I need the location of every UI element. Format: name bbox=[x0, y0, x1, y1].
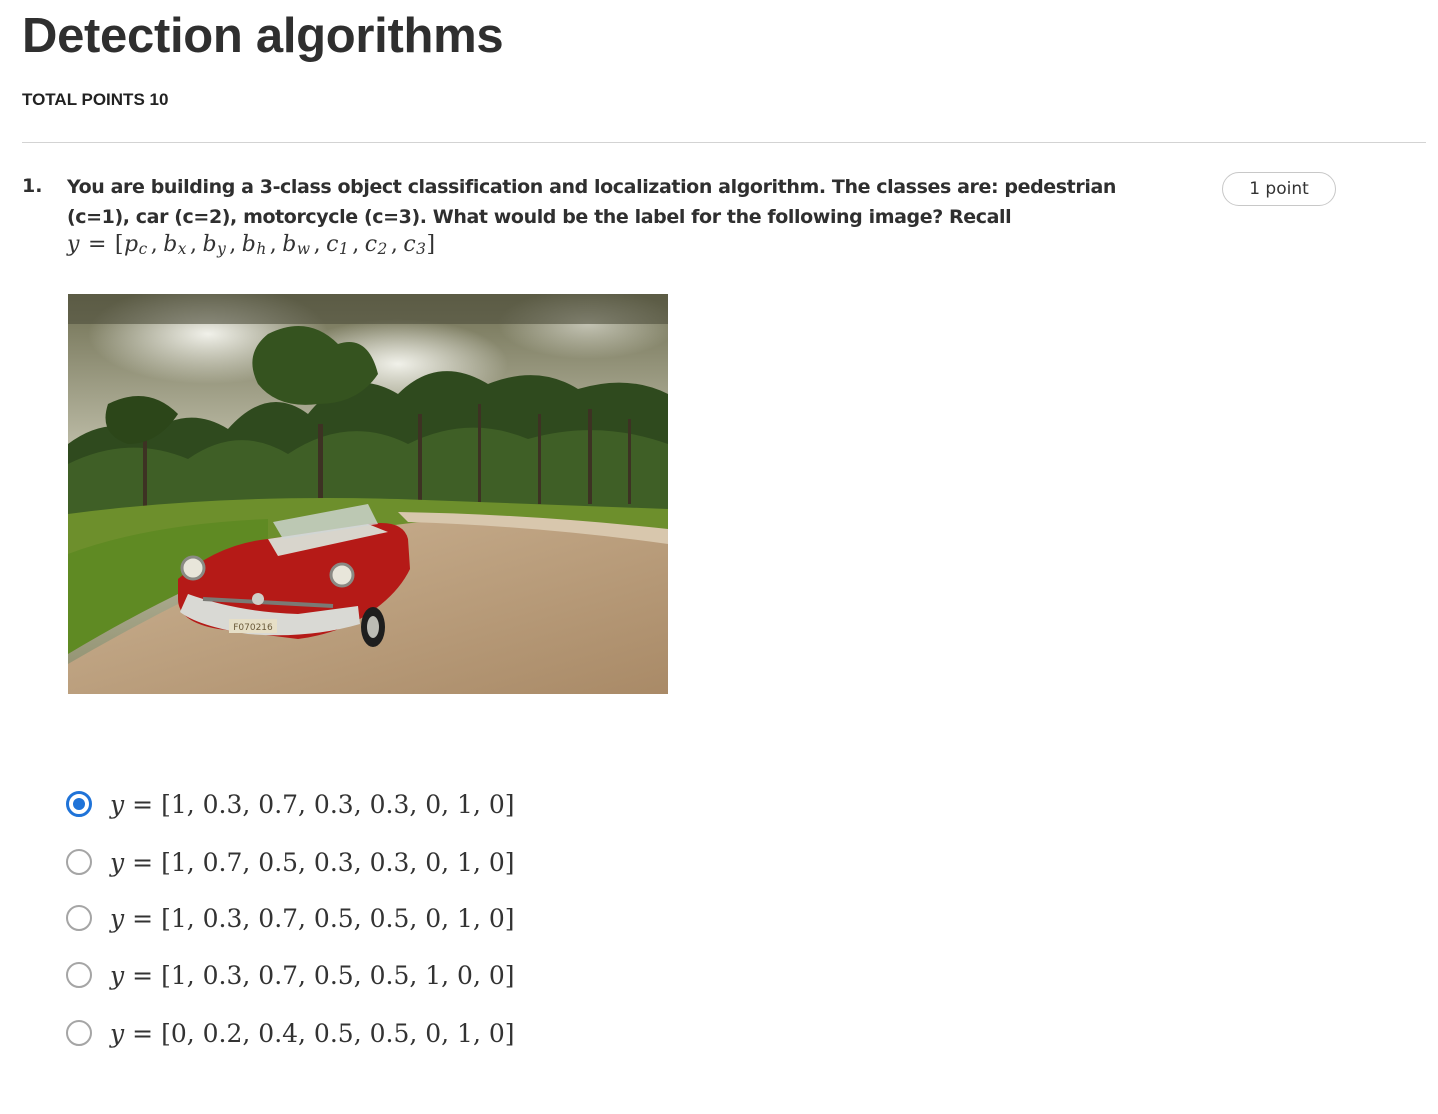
question-number: 1. bbox=[22, 175, 43, 197]
answer-option[interactable]: y = [1, 0.3, 0.7, 0.5, 0.5, 1, 0, 0] bbox=[66, 959, 515, 991]
formula-term: bw bbox=[282, 232, 311, 258]
answer-option-label: y = [1, 0.3, 0.7, 0.5, 0.5, 1, 0, 0] bbox=[110, 961, 515, 990]
formula-separator: , bbox=[269, 232, 278, 257]
option-value: [1, 0.3, 0.7, 0.5, 0.5, 1, 0, 0] bbox=[161, 960, 515, 990]
option-equals: = bbox=[132, 1018, 154, 1048]
formula-term-base: b bbox=[241, 232, 257, 257]
formula-separator: , bbox=[313, 232, 322, 257]
option-value: [1, 0.3, 0.7, 0.3, 0.3, 0, 1, 0] bbox=[161, 789, 515, 819]
formula-term-subscript: c bbox=[138, 240, 148, 258]
formula-term: c3 bbox=[403, 232, 427, 258]
formula-term-base: c bbox=[364, 232, 378, 257]
formula-term: c2 bbox=[364, 232, 388, 258]
option-equals: = bbox=[132, 903, 154, 933]
formula-separator: , bbox=[390, 232, 399, 257]
formula-open-bracket: [ bbox=[114, 232, 124, 257]
formula-term-subscript: 1 bbox=[338, 240, 350, 258]
formula-term-subscript: h bbox=[256, 240, 267, 258]
formula-term: bh bbox=[241, 232, 267, 258]
points-badge: 1 point bbox=[1222, 172, 1336, 206]
answer-option-label: y = [1, 0.7, 0.5, 0.3, 0.3, 0, 1, 0] bbox=[110, 848, 515, 877]
formula-separator: , bbox=[150, 232, 159, 257]
formula-term-subscript: 2 bbox=[377, 240, 388, 258]
formula-lhs: y bbox=[67, 232, 80, 257]
option-lhs: y bbox=[110, 847, 125, 877]
formula-equals: = bbox=[87, 232, 107, 257]
question-text: You are building a 3-class object classi… bbox=[67, 176, 1116, 228]
option-lhs: y bbox=[110, 960, 125, 990]
header-divider bbox=[22, 142, 1426, 143]
answer-option[interactable]: y = [1, 0.3, 0.7, 0.3, 0.3, 0, 1, 0] bbox=[66, 788, 515, 820]
formula-term-base: b bbox=[282, 232, 297, 257]
formula-term-base: b bbox=[202, 232, 218, 257]
option-value: [1, 0.3, 0.7, 0.5, 0.5, 0, 1, 0] bbox=[161, 903, 515, 933]
answer-option[interactable]: y = [1, 0.3, 0.7, 0.5, 0.5, 0, 1, 0] bbox=[66, 902, 515, 934]
question-image-car-photo: F070216 bbox=[68, 294, 668, 694]
answer-option[interactable]: y = [0, 0.2, 0.4, 0.5, 0.5, 0, 1, 0] bbox=[66, 1017, 515, 1049]
answer-option[interactable]: y = [1, 0.7, 0.5, 0.3, 0.3, 0, 1, 0] bbox=[66, 846, 515, 878]
radio-button[interactable] bbox=[66, 849, 92, 875]
option-value: [0, 0.2, 0.4, 0.5, 0.5, 0, 1, 0] bbox=[161, 1018, 515, 1048]
option-equals: = bbox=[132, 960, 154, 990]
page-title: Detection algorithms bbox=[22, 9, 504, 63]
radio-button[interactable] bbox=[66, 962, 92, 988]
formula-separator: , bbox=[352, 232, 360, 257]
formula-separator: , bbox=[189, 232, 198, 257]
formula-term-base: b bbox=[163, 232, 178, 257]
formula-items: pc, bx, by, bh, bw, c1, c2, c3 bbox=[123, 232, 427, 258]
formula-term-subscript: 3 bbox=[416, 240, 427, 258]
answer-option-label: y = [1, 0.3, 0.7, 0.3, 0.3, 0, 1, 0] bbox=[110, 790, 515, 819]
formula-term-subscript: w bbox=[296, 240, 311, 258]
formula-term-base: p bbox=[123, 232, 139, 257]
formula-term-base: c bbox=[403, 232, 417, 257]
formula-term: c1 bbox=[326, 232, 350, 258]
option-value: [1, 0.7, 0.5, 0.3, 0.3, 0, 1, 0] bbox=[161, 847, 515, 877]
answer-option-label: y = [0, 0.2, 0.4, 0.5, 0.5, 0, 1, 0] bbox=[110, 1019, 515, 1048]
radio-button-checked[interactable] bbox=[66, 791, 92, 817]
formula-separator: , bbox=[229, 232, 237, 257]
formula-term: pc bbox=[123, 232, 148, 258]
radio-button[interactable] bbox=[66, 905, 92, 931]
option-equals: = bbox=[132, 847, 154, 877]
option-lhs: y bbox=[110, 903, 125, 933]
formula-term: by bbox=[202, 232, 227, 258]
formula-term-subscript: y bbox=[217, 240, 227, 258]
formula-term-subscript: x bbox=[177, 240, 187, 258]
option-equals: = bbox=[132, 789, 154, 819]
option-lhs: y bbox=[110, 789, 125, 819]
license-plate: F070216 bbox=[233, 623, 273, 633]
radio-button[interactable] bbox=[66, 1020, 92, 1046]
formula-term: bx bbox=[163, 232, 187, 258]
formula-term-base: c bbox=[326, 232, 339, 257]
total-points: TOTAL POINTS 10 bbox=[22, 90, 169, 109]
recall-formula: y = [pc, bx, by, bh, bw, c1, c2, c3] bbox=[67, 232, 436, 258]
answer-option-label: y = [1, 0.3, 0.7, 0.5, 0.5, 0, 1, 0] bbox=[110, 904, 515, 933]
option-lhs: y bbox=[110, 1018, 125, 1048]
formula-close-bracket: ] bbox=[426, 232, 436, 257]
